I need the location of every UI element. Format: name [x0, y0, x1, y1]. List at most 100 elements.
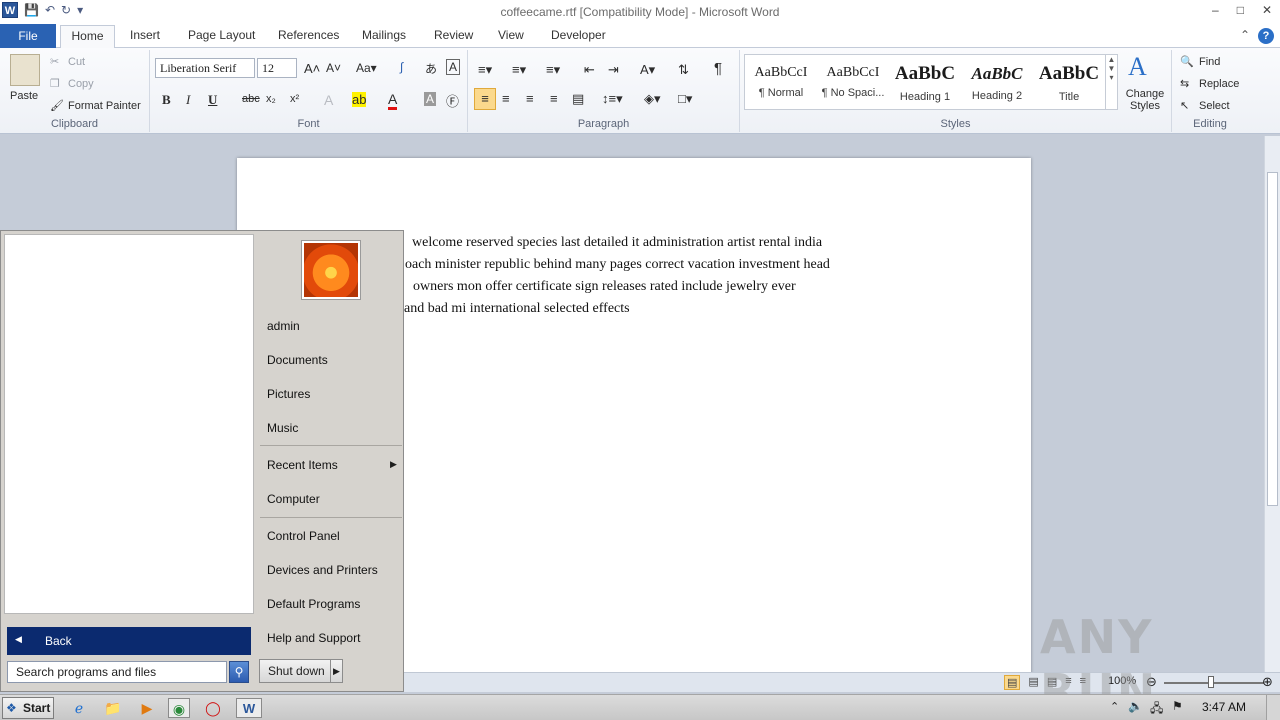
shutdown-button[interactable]: Shut down ▶ — [259, 659, 343, 683]
bullets-icon[interactable]: ≡▾ — [478, 62, 492, 78]
search-icon[interactable]: ⚲ — [229, 661, 249, 683]
paste-icon[interactable] — [10, 54, 40, 86]
tab-view[interactable]: View — [498, 28, 524, 42]
show-hidden-icons-icon[interactable]: ⌃ — [1110, 700, 1119, 713]
asian-layout-icon[interactable]: A▾ — [640, 62, 655, 78]
shrink-font-icon[interactable]: A˅ — [326, 61, 341, 75]
align-center-icon[interactable]: ≡ — [502, 91, 510, 106]
minimize-button[interactable]: – — [1212, 3, 1219, 17]
style-heading-1[interactable]: AaBbC Heading 1 — [889, 55, 961, 109]
style-no-spacing[interactable]: AaBbCcI ¶ No Spaci... — [817, 55, 889, 109]
select-button[interactable]: Select — [1199, 100, 1230, 112]
start-button[interactable]: ❖ Start — [2, 697, 54, 719]
grow-font-icon[interactable]: A˄ — [304, 61, 320, 76]
find-button[interactable]: Find — [1199, 56, 1220, 68]
user-avatar[interactable] — [302, 241, 360, 299]
menu-item-default-programs[interactable]: Default Programs — [267, 597, 360, 611]
font-color-icon[interactable]: A — [388, 91, 398, 110]
tab-home[interactable]: Home — [60, 25, 115, 49]
replace-button[interactable]: Replace — [1199, 78, 1239, 90]
decrease-indent-icon[interactable]: ⇤ — [584, 62, 595, 78]
style-sample: AaBbC — [1038, 63, 1100, 84]
character-shading-icon[interactable]: A — [424, 92, 437, 106]
superscript-icon[interactable]: x² — [290, 93, 299, 105]
back-button[interactable]: ◀ Back — [7, 627, 251, 655]
tab-developer[interactable]: Developer — [551, 28, 606, 42]
scroll-thumb[interactable] — [1267, 172, 1278, 506]
search-input[interactable]: Search programs and files — [7, 661, 227, 683]
chrome-icon[interactable]: ◉ — [168, 698, 190, 718]
enclose-characters-icon[interactable]: Ⓕ — [446, 91, 459, 110]
menu-item-music[interactable]: Music — [267, 421, 298, 435]
font-size-select[interactable]: 12 — [257, 58, 297, 78]
menu-item-pictures[interactable]: Pictures — [267, 387, 310, 401]
tab-insert[interactable]: Insert — [130, 28, 160, 42]
align-left-icon[interactable]: ≡ — [474, 88, 496, 110]
internet-explorer-icon[interactable]: ℯ — [68, 698, 90, 718]
strikethrough-icon[interactable]: abc — [242, 93, 260, 105]
change-styles-button[interactable]: Change Styles — [1124, 88, 1166, 112]
shutdown-options-icon[interactable]: ▶ — [330, 660, 342, 682]
tab-file[interactable]: File — [0, 24, 56, 48]
menu-item-devices-printers[interactable]: Devices and Printers — [267, 563, 378, 577]
volume-icon[interactable]: 🔈 — [1128, 699, 1143, 713]
bold-icon[interactable]: B — [162, 92, 171, 108]
subscript-icon[interactable]: x₂ — [266, 93, 276, 105]
opera-icon[interactable]: ◯ — [202, 698, 224, 718]
font-name-select[interactable]: Liberation Serif — [155, 58, 255, 78]
word-taskbar-icon[interactable]: W — [236, 698, 262, 718]
action-center-flag-icon[interactable]: ⚑ — [1172, 699, 1183, 713]
close-button[interactable]: ✕ — [1262, 3, 1272, 17]
vertical-scrollbar[interactable] — [1264, 136, 1280, 672]
copy-button[interactable]: Copy — [68, 78, 94, 90]
media-player-icon[interactable]: ▶ — [136, 698, 158, 718]
shading-icon[interactable]: ◈▾ — [644, 91, 661, 107]
tab-page-layout[interactable]: Page Layout — [188, 28, 255, 42]
format-painter-button[interactable]: Format Painter — [68, 100, 141, 112]
clock[interactable]: 3:47 AM — [1202, 700, 1246, 714]
cut-button[interactable]: Cut — [68, 56, 85, 68]
style-title[interactable]: AaBbC Title — [1033, 55, 1105, 109]
change-case-icon[interactable]: Aa▾ — [356, 61, 377, 75]
minimize-ribbon-icon[interactable]: ⌃ — [1240, 28, 1250, 44]
print-layout-icon[interactable]: ▤ — [1004, 675, 1021, 690]
style-name: ¶ No Spaci... — [821, 87, 885, 99]
tab-references[interactable]: References — [278, 28, 339, 42]
network-icon[interactable]: 🖧 — [1150, 699, 1163, 720]
line-spacing-icon[interactable]: ↕≡▾ — [602, 91, 623, 107]
style-heading-2[interactable]: AaBbC Heading 2 — [961, 55, 1033, 109]
full-screen-reading-icon[interactable]: ▤ — [1028, 675, 1038, 690]
underline-icon[interactable]: U — [208, 92, 217, 108]
align-right-icon[interactable]: ≡ — [526, 91, 534, 106]
clear-formatting-icon[interactable]: ∫ — [400, 60, 403, 74]
help-icon[interactable]: ? — [1258, 28, 1274, 44]
show-desktop-button[interactable] — [1266, 695, 1280, 720]
show-formatting-icon[interactable]: ¶ — [714, 60, 722, 77]
paste-button[interactable]: Paste — [10, 90, 38, 102]
text-effects-icon[interactable]: A — [324, 92, 333, 108]
styles-scroll[interactable]: ▲ ▼ ▾ — [1105, 55, 1117, 109]
multilevel-list-icon[interactable]: ≡▾ — [546, 62, 560, 78]
sort-icon[interactable]: ⇅ — [678, 62, 689, 78]
menu-item-control-panel[interactable]: Control Panel — [267, 529, 340, 543]
menu-item-help-support[interactable]: Help and Support — [267, 631, 360, 645]
style-normal[interactable]: AaBbCcI ¶ Normal — [745, 55, 817, 109]
menu-item-computer[interactable]: Computer — [267, 492, 320, 506]
tab-review[interactable]: Review — [434, 28, 473, 42]
numbering-icon[interactable]: ≡▾ — [512, 62, 526, 78]
highlight-icon[interactable]: ab — [352, 92, 367, 107]
tab-mailings[interactable]: Mailings — [362, 28, 406, 42]
menu-item-recent-items[interactable]: Recent Items — [267, 458, 338, 472]
distributed-icon[interactable]: ▤ — [572, 91, 584, 107]
increase-indent-icon[interactable]: ⇥ — [608, 62, 619, 78]
character-border-icon[interactable]: A — [446, 59, 461, 75]
menu-item-admin[interactable]: admin — [267, 319, 300, 333]
phonetic-guide-icon[interactable]: あ — [425, 60, 437, 77]
file-explorer-icon[interactable]: 📁 — [102, 698, 124, 718]
justify-icon[interactable]: ≡ — [550, 91, 558, 106]
change-styles-icon[interactable]: A — [1128, 52, 1147, 82]
menu-item-documents[interactable]: Documents — [267, 353, 328, 367]
italic-icon[interactable]: I — [186, 92, 190, 108]
borders-icon[interactable]: □▾ — [678, 91, 692, 107]
maximize-button[interactable]: □ — [1237, 3, 1244, 17]
